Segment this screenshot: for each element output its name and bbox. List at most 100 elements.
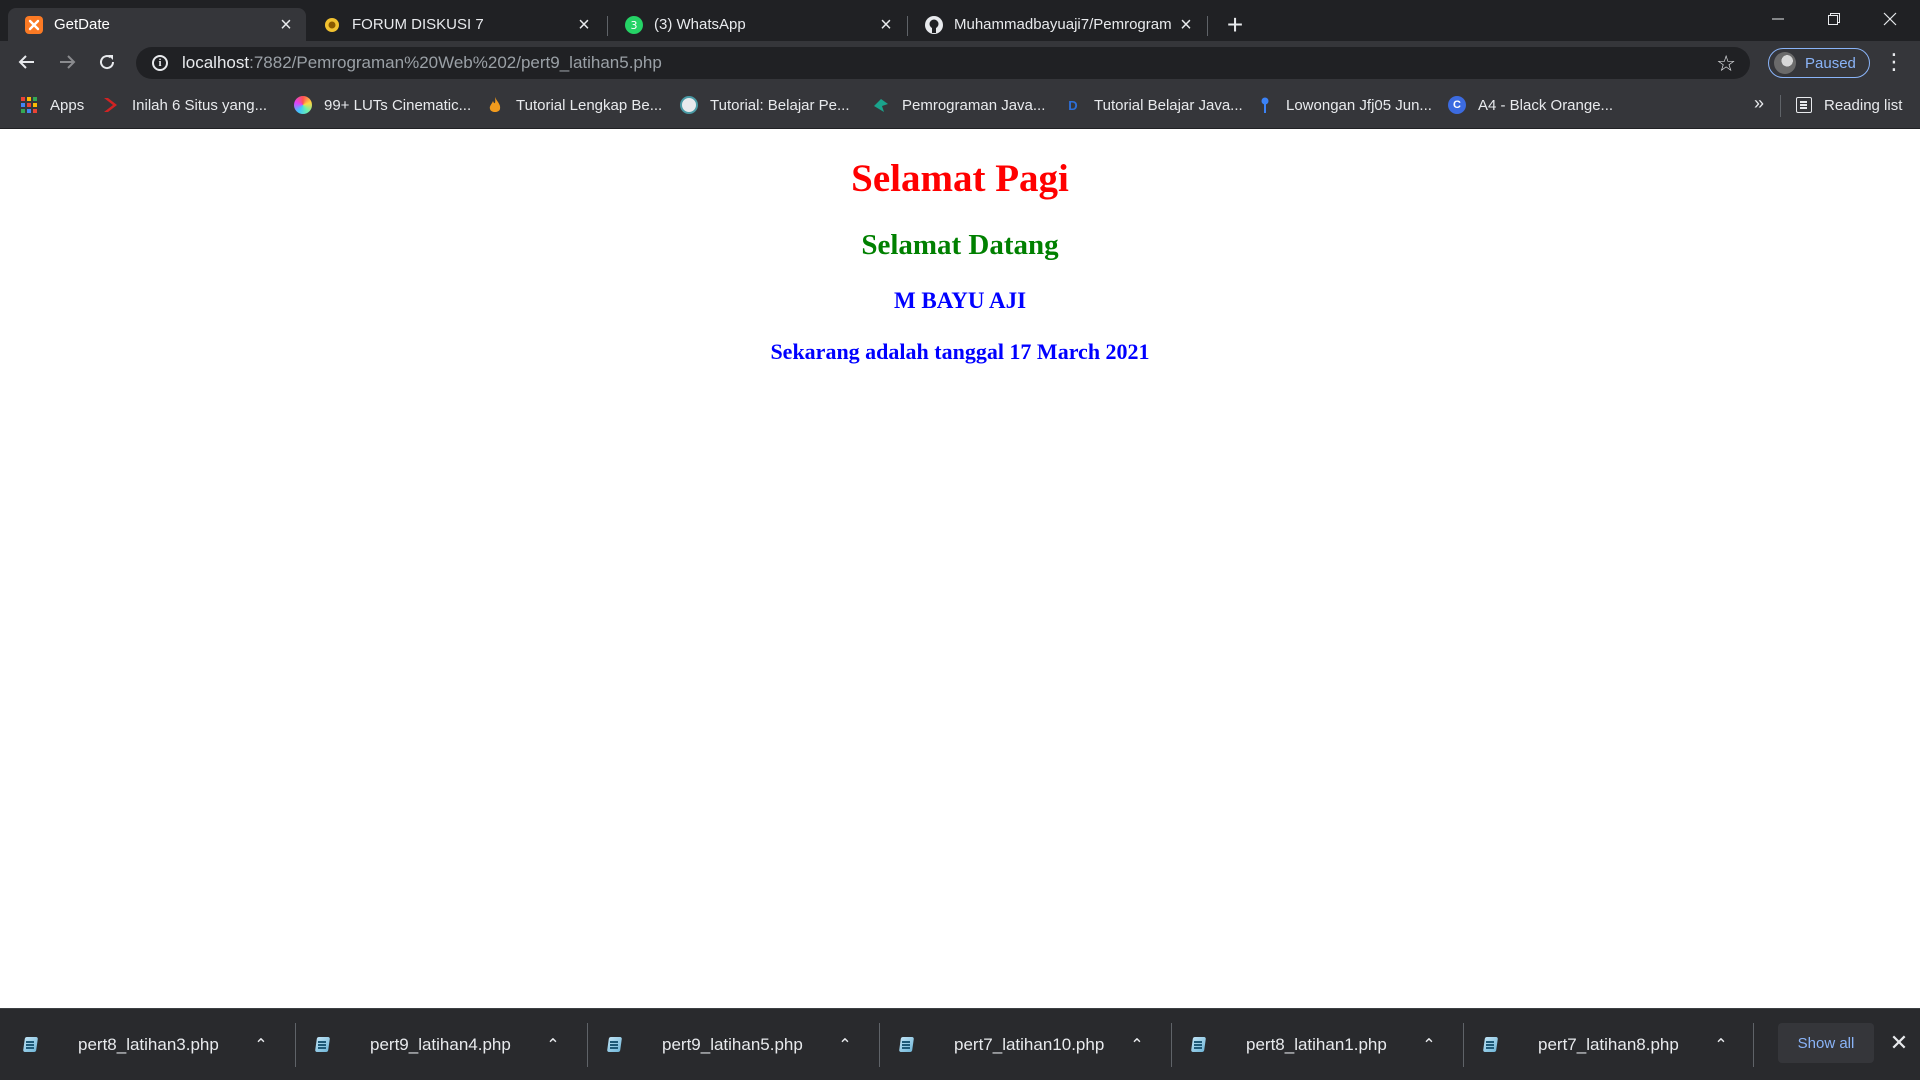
tab-strip: GetDate × FORUM DISKUSI 7 × 3 (3) WhatsA… <box>0 0 1920 41</box>
site-info-icon[interactable]: i <box>152 55 168 71</box>
url-host: localhost <box>182 53 250 72</box>
bookmark-label: Tutorial Belajar Java... <box>1094 96 1243 114</box>
php-file-icon <box>1190 1035 1208 1055</box>
tab-title: FORUM DISKUSI 7 <box>352 16 484 33</box>
reading-list-icon <box>1796 97 1812 113</box>
profile-status-label: Paused <box>1805 54 1856 72</box>
bookmark-apps[interactable]: Apps <box>20 93 84 117</box>
bookmark-label: Tutorial Lengkap Be... <box>516 96 663 114</box>
downloads-shelf: pert8_latihan3.php ⌃ pert9_latihan4.php … <box>0 1008 1920 1080</box>
download-item[interactable]: pert8_latihan3.php ⌃ <box>0 1018 290 1072</box>
close-tab-icon[interactable]: × <box>276 15 296 35</box>
bookmark-item[interactable]: Inilah 6 Situs yang... <box>102 93 267 117</box>
xampp-icon <box>24 15 44 35</box>
show-all-downloads-button[interactable]: Show all <box>1778 1023 1874 1063</box>
forum-icon <box>322 15 342 35</box>
apps-grid-icon <box>20 96 38 114</box>
bookmarks-divider <box>1780 95 1781 117</box>
url-path: :7882/Pemrograman%20Web%202/pert9_latiha… <box>249 53 662 72</box>
whatsapp-badge: 3 <box>631 19 638 32</box>
tab-forum-diskusi[interactable]: FORUM DISKUSI 7 × <box>306 8 604 41</box>
php-file-icon <box>22 1035 40 1055</box>
bookmark-item[interactable]: Tutorial: Belajar Pe... <box>680 93 850 117</box>
download-item[interactable]: pert9_latihan5.php ⌃ <box>584 1018 874 1072</box>
browser-toolbar: i localhost:7882/Pemrograman%20Web%202/p… <box>0 41 1920 83</box>
download-filename: pert8_latihan3.php <box>78 1035 219 1054</box>
tab-title: Muhammadbayuaji7/Pemrogram <box>954 16 1172 33</box>
download-item[interactable]: pert9_latihan4.php ⌃ <box>292 1018 582 1072</box>
bookmark-label: A4 - Black Orange... <box>1478 96 1614 114</box>
name-heading: M BAYU AJI <box>893 288 1027 313</box>
reading-list-button[interactable]: Reading list <box>1796 93 1902 117</box>
download-filename: pert8_latihan1.php <box>1246 1035 1387 1054</box>
date-line: Sekarang adalah tanggal 17 March 2021 <box>770 339 1150 364</box>
download-filename: pert7_latihan8.php <box>1538 1035 1679 1054</box>
download-item[interactable]: pert7_latihan8.php ⌃ <box>1460 1018 1750 1072</box>
download-filename: pert9_latihan4.php <box>370 1035 511 1054</box>
close-tab-icon[interactable]: × <box>574 15 594 35</box>
bookmark-item[interactable]: 99+ LUTs Cinematic... <box>294 93 471 117</box>
chevron-up-icon[interactable]: ⌃ <box>830 1035 860 1055</box>
canva-icon: C <box>1448 96 1466 114</box>
close-tab-icon[interactable]: × <box>1176 15 1196 35</box>
tab-github[interactable]: Muhammadbayuaji7/Pemrogram × <box>908 8 1206 41</box>
bookmark-label: Tutorial: Belajar Pe... <box>710 96 850 114</box>
welcome-heading: Selamat Datang <box>861 229 1059 261</box>
tab-title: GetDate <box>54 16 110 33</box>
tab-divider <box>1207 16 1208 36</box>
reload-icon[interactable] <box>90 45 124 79</box>
minimize-icon[interactable] <box>1750 0 1806 38</box>
tab-getdate[interactable]: GetDate × <box>8 8 306 41</box>
chevron-up-icon[interactable]: ⌃ <box>1122 1035 1152 1055</box>
blue-pin-icon <box>1256 96 1274 114</box>
bookmark-item[interactable]: Lowongan Jfj05 Jun... <box>1256 93 1432 117</box>
bookmark-star-icon[interactable]: ☆ <box>1716 51 1736 77</box>
download-filename: pert7_latihan10.php <box>954 1035 1105 1054</box>
download-filename: pert9_latihan5.php <box>662 1035 803 1054</box>
restore-icon[interactable] <box>1806 0 1862 38</box>
github-icon <box>924 15 944 35</box>
download-item[interactable]: pert7_latihan10.php ⌃ <box>876 1018 1166 1072</box>
download-item[interactable]: pert8_latihan1.php ⌃ <box>1168 1018 1458 1072</box>
forward-arrow-icon[interactable] <box>50 45 84 79</box>
bookmark-item[interactable]: Pemrograman Java... <box>872 93 1045 117</box>
profile-button[interactable]: Paused <box>1768 48 1870 78</box>
download-divider <box>1753 1023 1754 1067</box>
color-wheel-icon <box>294 96 312 114</box>
kebab-menu-icon[interactable]: ⋮ <box>1880 45 1908 79</box>
tab-whatsapp[interactable]: 3 (3) WhatsApp × <box>608 8 906 41</box>
url-text[interactable]: localhost:7882/Pemrograman%20Web%202/per… <box>182 53 662 73</box>
php-file-icon <box>1482 1035 1500 1055</box>
reading-list-label: Reading list <box>1824 96 1903 114</box>
bookmark-label: Inilah 6 Situs yang... <box>132 96 268 114</box>
teal-globe-icon <box>680 96 698 114</box>
tab-title: (3) WhatsApp <box>654 16 746 33</box>
close-window-icon[interactable] <box>1862 0 1918 38</box>
chevron-up-icon[interactable]: ⌃ <box>246 1035 276 1055</box>
page-content: Selamat Pagi Selamat Datang M BAYU AJI S… <box>0 129 1920 1008</box>
avatar <box>1774 52 1796 74</box>
php-file-icon <box>606 1035 624 1055</box>
bookmark-item[interactable]: C A4 - Black Orange... <box>1448 93 1613 117</box>
close-tab-icon[interactable]: × <box>876 15 896 35</box>
chevron-up-icon[interactable]: ⌃ <box>538 1035 568 1055</box>
more-bookmarks-icon[interactable]: » <box>1754 93 1764 114</box>
bookmark-label: Apps <box>50 96 85 114</box>
red-chevron-icon <box>102 96 120 114</box>
php-file-icon <box>314 1035 332 1055</box>
flame-icon <box>486 96 504 114</box>
bookmark-label: 99+ LUTs Cinematic... <box>324 96 472 114</box>
back-arrow-icon[interactable] <box>10 45 44 79</box>
bookmarks-bar: Apps Inilah 6 Situs yang... 99+ LUTs Cin… <box>0 83 1920 129</box>
new-tab-plus-icon[interactable]: + <box>1220 9 1250 40</box>
chevron-up-icon[interactable]: ⌃ <box>1706 1035 1736 1055</box>
php-file-icon <box>898 1035 916 1055</box>
green-bird-icon <box>872 96 890 114</box>
close-shelf-icon[interactable]: ✕ <box>1884 1027 1914 1059</box>
bookmark-item[interactable]: D Tutorial Belajar Java... <box>1064 93 1243 117</box>
bookmark-label: Pemrograman Java... <box>902 96 1046 114</box>
chevron-up-icon[interactable]: ⌃ <box>1414 1035 1444 1055</box>
bookmark-item[interactable]: Tutorial Lengkap Be... <box>486 93 662 117</box>
address-bar[interactable]: i localhost:7882/Pemrograman%20Web%202/p… <box>136 47 1750 79</box>
greeting-heading: Selamat Pagi <box>851 157 1069 200</box>
